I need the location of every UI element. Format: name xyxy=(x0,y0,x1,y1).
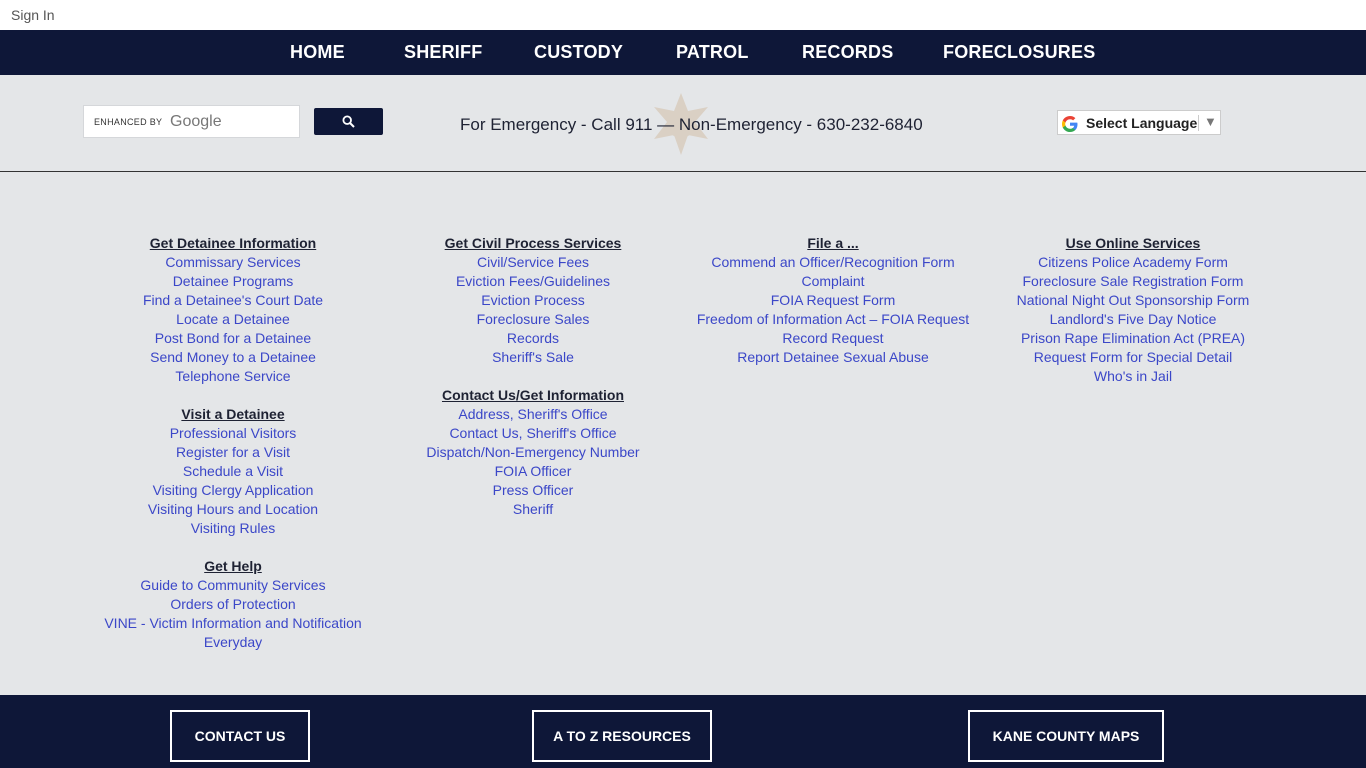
link-community-services[interactable]: Guide to Community Services xyxy=(83,576,383,595)
link-visiting-rules[interactable]: Visiting Rules xyxy=(83,519,383,538)
link-locate-detainee[interactable]: Locate a Detainee xyxy=(83,310,383,329)
dropdown-arrow-icon: ▼ xyxy=(1204,114,1217,129)
link-report-sexual-abuse[interactable]: Report Detainee Sexual Abuse xyxy=(683,348,983,367)
link-complaint[interactable]: Complaint xyxy=(683,272,983,291)
section-heading: Get Help xyxy=(204,558,262,574)
language-select-label: Select Language xyxy=(1086,115,1198,131)
nav-patrol[interactable]: PATROL xyxy=(676,42,749,63)
link-national-night-out[interactable]: National Night Out Sponsorship Form xyxy=(983,291,1283,310)
footer: CONTACT US A TO Z RESOURCES KANE COUNTY … xyxy=(0,695,1366,768)
link-visiting-hours[interactable]: Visiting Hours and Location xyxy=(83,500,383,519)
link-press-officer[interactable]: Press Officer xyxy=(383,481,683,500)
search-icon xyxy=(342,115,355,128)
search-box: ENHANCED BY Google xyxy=(83,105,300,138)
link-detainee-programs[interactable]: Detainee Programs xyxy=(83,272,383,291)
link-foia-officer[interactable]: FOIA Officer xyxy=(383,462,683,481)
link-prea[interactable]: Prison Rape Elimination Act (PREA) xyxy=(983,329,1283,348)
link-professional-visitors[interactable]: Professional Visitors xyxy=(83,424,383,443)
sign-in-link[interactable]: Sign In xyxy=(11,7,55,23)
link-special-detail[interactable]: Request Form for Special Detail xyxy=(983,348,1283,367)
link-court-date[interactable]: Find a Detainee's Court Date xyxy=(83,291,383,310)
language-select[interactable]: Select Language ▼ xyxy=(1057,110,1221,135)
language-divider xyxy=(1198,115,1199,131)
link-contact-us[interactable]: Contact Us, Sheriff's Office xyxy=(383,424,683,443)
link-address[interactable]: Address, Sheriff's Office xyxy=(383,405,683,424)
link-commissary-services[interactable]: Commissary Services xyxy=(83,253,383,272)
kane-county-maps-button[interactable]: KANE COUNTY MAPS xyxy=(968,710,1164,762)
link-orders-of-protection[interactable]: Orders of Protection xyxy=(83,595,383,614)
section-heading: Visit a Detainee xyxy=(181,406,285,422)
link-vine-everyday[interactable]: Everyday xyxy=(83,633,383,652)
links-column-3: File a ... Commend an Officer/Recognitio… xyxy=(683,234,983,367)
link-post-bond[interactable]: Post Bond for a Detainee xyxy=(83,329,383,348)
link-civil-service-fees[interactable]: Civil/Service Fees xyxy=(383,253,683,272)
top-bar: Sign In xyxy=(0,0,1366,30)
links-column-2: Get Civil Process Services Civil/Service… xyxy=(383,234,683,519)
nav-home[interactable]: HOME xyxy=(290,42,345,63)
emergency-numbers: For Emergency - Call 911 — Non-Emergency… xyxy=(460,115,923,134)
link-citizens-police-academy[interactable]: Citizens Police Academy Form xyxy=(983,253,1283,272)
section-heading: Get Civil Process Services xyxy=(444,235,622,251)
link-whos-in-jail[interactable]: Who's in Jail xyxy=(983,367,1283,386)
main-nav: HOME SHERIFF CUSTODY PATROL RECORDS FORE… xyxy=(0,30,1366,75)
link-clergy-application[interactable]: Visiting Clergy Application xyxy=(83,481,383,500)
link-foreclosure-sales[interactable]: Foreclosure Sales xyxy=(383,310,683,329)
link-register-visit[interactable]: Register for a Visit xyxy=(83,443,383,462)
link-sheriffs-sale[interactable]: Sheriff's Sale xyxy=(383,348,683,367)
section-heading: File a ... xyxy=(807,235,859,251)
link-dispatch[interactable]: Dispatch/Non-Emergency Number xyxy=(383,443,683,462)
link-telephone-service[interactable]: Telephone Service xyxy=(83,367,383,386)
section-heading: Use Online Services xyxy=(1065,235,1201,251)
link-schedule-visit[interactable]: Schedule a Visit xyxy=(83,462,383,481)
link-sheriff[interactable]: Sheriff xyxy=(383,500,683,519)
link-eviction-fees[interactable]: Eviction Fees/Guidelines xyxy=(383,272,683,291)
section-heading: Contact Us/Get Information xyxy=(441,387,624,403)
link-commend-officer[interactable]: Commend an Officer/Recognition Form xyxy=(683,253,983,272)
utility-band: ENHANCED BY Google For Emergency - Call … xyxy=(0,75,1366,172)
links-column-1: Get Detainee Information Commissary Serv… xyxy=(83,234,383,652)
link-foreclosure-registration[interactable]: Foreclosure Sale Registration Form xyxy=(983,272,1283,291)
link-record-request[interactable]: Record Request xyxy=(683,329,983,348)
nav-records[interactable]: RECORDS xyxy=(802,42,893,63)
link-records[interactable]: Records xyxy=(383,329,683,348)
link-send-money[interactable]: Send Money to a Detainee xyxy=(83,348,383,367)
google-g-icon xyxy=(1062,116,1078,132)
links-column-4: Use Online Services Citizens Police Acad… xyxy=(983,234,1283,386)
nav-foreclosures[interactable]: FORECLOSURES xyxy=(943,42,1095,63)
link-eviction-process[interactable]: Eviction Process xyxy=(383,291,683,310)
nav-sheriff[interactable]: SHERIFF xyxy=(404,42,482,63)
a-to-z-resources-button[interactable]: A TO Z RESOURCES xyxy=(532,710,712,762)
section-heading: Get Detainee Information xyxy=(149,235,317,251)
link-landlords-notice[interactable]: Landlord's Five Day Notice xyxy=(983,310,1283,329)
link-foia-request[interactable]: Freedom of Information Act – FOIA Reques… xyxy=(683,310,983,329)
link-vine[interactable]: VINE - Victim Information and Notificati… xyxy=(83,614,383,633)
search-button[interactable] xyxy=(314,108,383,135)
link-foia-request-form[interactable]: FOIA Request Form xyxy=(683,291,983,310)
contact-us-button[interactable]: CONTACT US xyxy=(170,710,310,762)
nav-custody[interactable]: CUSTODY xyxy=(534,42,623,63)
search-input[interactable] xyxy=(84,106,299,137)
